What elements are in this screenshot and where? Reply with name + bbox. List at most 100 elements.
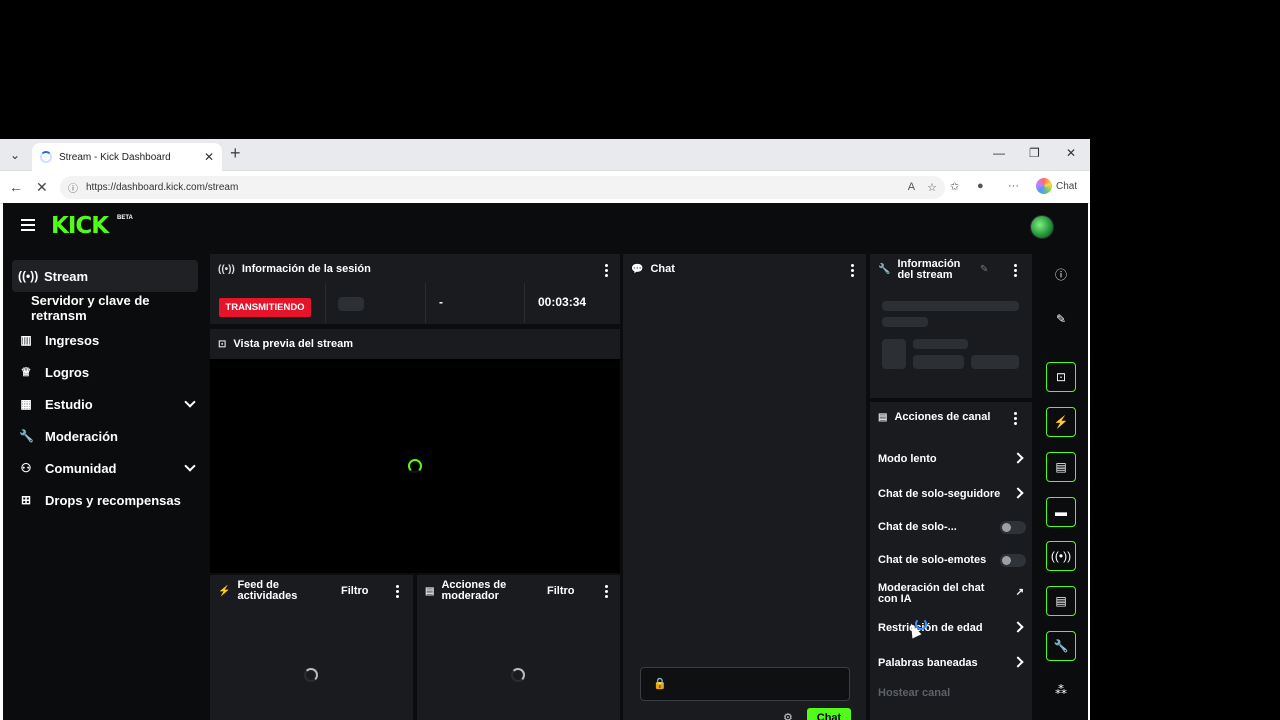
- moderator-icon: ▤: [425, 586, 435, 597]
- emotes-only-toggle[interactable]: [1000, 554, 1026, 567]
- address-bar: ← ✕ ⓘ https://dashboard.kick.com/stream …: [0, 171, 1090, 204]
- sidebar-item-moderation[interactable]: 🔧 Moderación: [3, 420, 208, 452]
- document-icon[interactable]: ▤: [1046, 452, 1076, 482]
- broadcast-icon: ((•)): [18, 269, 39, 283]
- preview-icon: ⊡: [218, 338, 227, 350]
- tab-title: Stream - Kick Dashboard: [59, 151, 171, 163]
- chat-icon: 💬: [631, 263, 644, 275]
- panel-title: Feed de actividades: [237, 579, 298, 602]
- sidebar-item-achievements[interactable]: ♕ Logros: [3, 356, 208, 388]
- stream-preview-video[interactable]: [210, 359, 620, 573]
- top-bar: KICK BETA: [3, 203, 1088, 250]
- sidebar-item-stream[interactable]: ((•)) Stream: [12, 260, 198, 292]
- sidebar-item-drops[interactable]: ⊞ Drops y recompensas: [3, 484, 208, 516]
- more-options-icon[interactable]: [1014, 264, 1017, 279]
- banned-words-row[interactable]: Palabras baneadas: [878, 652, 1028, 674]
- broadcast-icon: ((•)): [218, 263, 235, 275]
- user-avatar[interactable]: [1030, 215, 1054, 239]
- age-restriction-row[interactable]: Restricción de edad: [878, 617, 1028, 639]
- duration-value: 00:03:34: [538, 295, 587, 309]
- more-options-icon[interactable]: [1014, 412, 1017, 427]
- info-icon[interactable]: ⓘ: [1046, 259, 1076, 289]
- slow-mode-row[interactable]: Modo lento: [878, 448, 1028, 470]
- chevron-right-icon: [1012, 621, 1024, 633]
- chat-icon[interactable]: ▬: [1046, 497, 1076, 527]
- more-options-icon[interactable]: [605, 264, 608, 279]
- browser-tab[interactable]: Stream - Kick Dashboard ✕: [32, 143, 222, 171]
- broadcast-icon[interactable]: ((•)): [1046, 541, 1076, 571]
- apps-icon[interactable]: ⁂: [1046, 675, 1076, 705]
- close-tab-icon[interactable]: ✕: [204, 150, 214, 164]
- site-info-icon[interactable]: ⓘ: [68, 180, 78, 195]
- wrench-icon[interactable]: 🔧: [1046, 631, 1076, 661]
- filter-button[interactable]: Filtro: [547, 585, 575, 597]
- lightning-icon: ⚡: [218, 586, 231, 597]
- sidebar-item-label: Ingresos: [45, 332, 100, 348]
- more-options-icon[interactable]: [851, 264, 854, 279]
- wrench-icon: 🔧: [878, 264, 891, 275]
- panel-header: ▤ Acciones de canal: [870, 402, 1032, 432]
- sidebar: ((•)) Stream Servidor y clave de retrans…: [3, 254, 208, 516]
- more-options-icon[interactable]: [396, 585, 399, 600]
- profile-icon[interactable]: ●: [977, 180, 984, 192]
- favorites-icon[interactable]: ✩: [950, 180, 959, 193]
- sidebar-item-server-key[interactable]: Servidor y clave de retransm: [3, 292, 208, 324]
- chevron-down-icon[interactable]: [184, 460, 196, 472]
- sidebar-item-label: Drops y recompensas: [45, 492, 181, 508]
- more-options-icon[interactable]: [605, 585, 608, 600]
- chevron-right-icon: [1012, 656, 1024, 668]
- favorite-icon[interactable]: ☆: [927, 181, 937, 194]
- loading-spinner: [304, 668, 318, 682]
- lightning-icon[interactable]: ⚡: [1046, 407, 1076, 437]
- viewers-value: -: [439, 295, 443, 309]
- studio-icon: ▦: [20, 397, 32, 411]
- new-tab-icon[interactable]: +: [230, 143, 241, 164]
- sidebar-item-community[interactable]: ⚇ Comunidad: [3, 452, 208, 484]
- chat-send-button[interactable]: Chat: [807, 708, 851, 720]
- placeholder-skeleton: [971, 355, 1019, 369]
- action-label: Moderación del chat con IA: [878, 582, 985, 605]
- chevron-down-icon[interactable]: [184, 396, 196, 408]
- edit-icon[interactable]: ✎: [980, 264, 988, 275]
- channel-icon[interactable]: ▤: [1046, 586, 1076, 616]
- beta-badge: BETA: [117, 215, 133, 221]
- chevron-right-icon: [1012, 487, 1024, 499]
- close-window-icon[interactable]: ✕: [1066, 146, 1076, 160]
- chat-input[interactable]: 🔒: [640, 667, 850, 701]
- more-icon[interactable]: ···: [1008, 180, 1019, 192]
- ai-moderation-row[interactable]: Moderación del chat con IA ↗: [878, 581, 1028, 607]
- tab-list-icon[interactable]: ⌄: [4, 144, 26, 166]
- url-field[interactable]: ⓘ https://dashboard.kick.com/stream A ☆: [60, 176, 945, 199]
- stream-preview-header: ⊡ Vista previa del stream: [210, 329, 620, 359]
- chevron-right-icon: [1012, 452, 1024, 464]
- trophy-icon: ♕: [20, 365, 32, 379]
- chart-icon: ▥: [20, 333, 32, 347]
- sidebar-item-revenue[interactable]: ▥ Ingresos: [3, 324, 208, 356]
- filter-button[interactable]: Filtro: [341, 585, 369, 597]
- panel-header: 💬 Chat: [623, 254, 866, 284]
- panel-header: ▤ Acciones de moderador: [417, 575, 620, 605]
- preview-icon[interactable]: ⊡: [1046, 362, 1076, 392]
- kick-logo[interactable]: KICK: [51, 213, 109, 239]
- minimize-icon[interactable]: —: [993, 146, 1005, 160]
- loading-spinner: [511, 668, 525, 682]
- external-link-icon: ↗: [1015, 587, 1024, 598]
- subscribers-only-toggle[interactable]: [1000, 521, 1026, 534]
- settings-icon[interactable]: ⚙: [783, 711, 793, 720]
- menu-icon[interactable]: [21, 219, 35, 234]
- copilot-button[interactable]: Chat: [1036, 178, 1077, 194]
- sidebar-item-label: Logros: [45, 364, 90, 380]
- followers-only-row[interactable]: Chat de solo-seguidore: [878, 483, 1028, 505]
- panel-header: ((•)) Información de la sesión: [210, 254, 620, 284]
- edit-icon[interactable]: ✎: [1046, 304, 1076, 334]
- back-icon[interactable]: ←: [9, 179, 23, 195]
- restore-icon[interactable]: ❐: [1029, 146, 1040, 160]
- gift-icon: ⊞: [20, 493, 32, 507]
- placeholder-skeleton: [882, 317, 928, 327]
- stop-icon[interactable]: ✕: [36, 179, 48, 196]
- sidebar-item-label: Comunidad: [45, 460, 117, 476]
- read-aloud-icon[interactable]: A: [908, 181, 915, 194]
- sidebar-item-studio[interactable]: ▦ Estudio: [3, 388, 208, 420]
- url-text: https://dashboard.kick.com/stream: [86, 182, 239, 193]
- placeholder-skeleton: [913, 339, 968, 349]
